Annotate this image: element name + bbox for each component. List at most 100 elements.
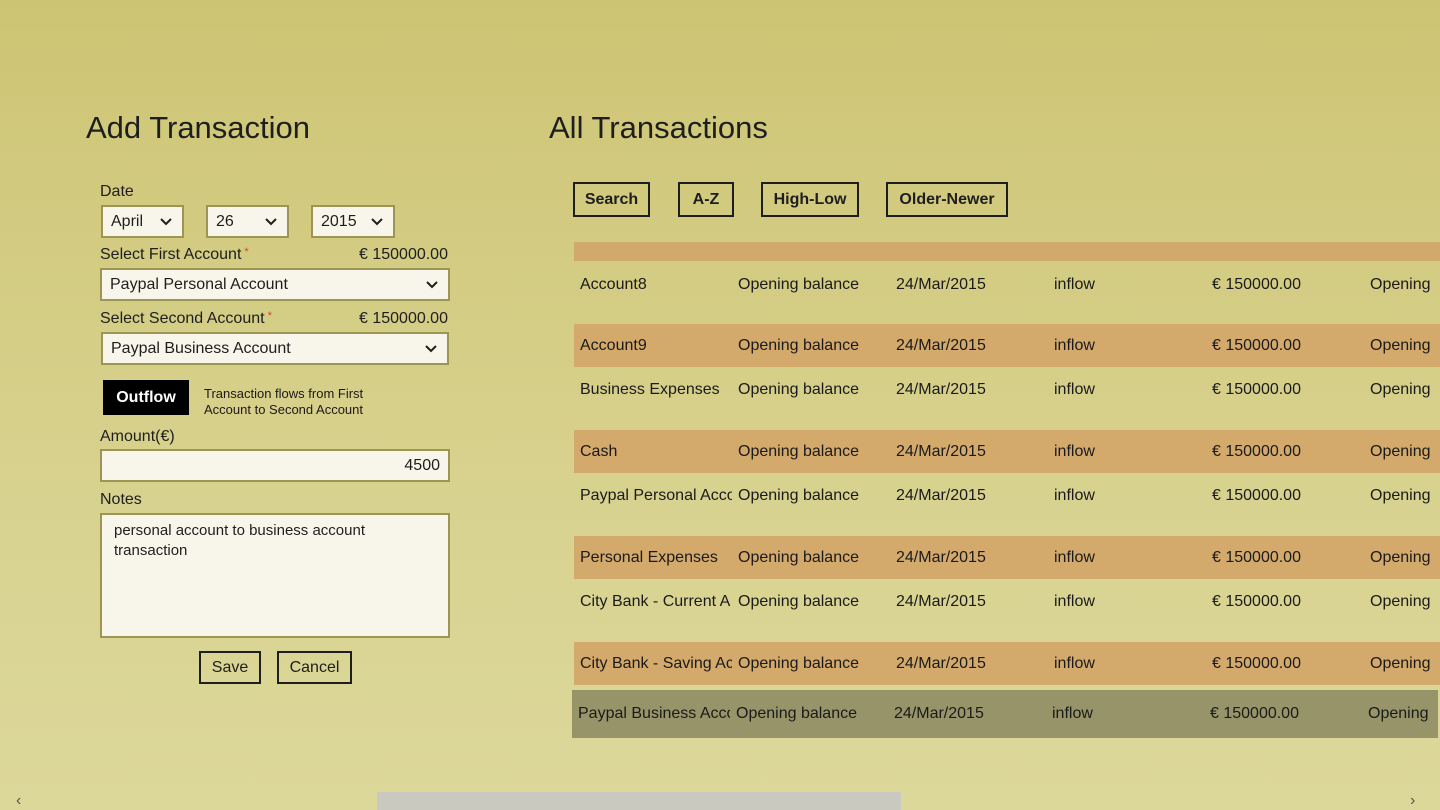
cell-amount: € 150000.00 <box>1210 705 1299 722</box>
table-row[interactable]: Business Expenses Opening balance 24/Mar/2… <box>574 368 1440 411</box>
flow-hint: Transaction flows from First Account to … <box>204 386 364 417</box>
required-mark: * <box>267 310 272 322</box>
cell-account: Cash <box>580 443 618 460</box>
cell-type: Opening <box>1370 655 1431 672</box>
cell-flow: inflow <box>1054 276 1095 293</box>
cell-account: Business Expenses <box>580 381 720 398</box>
year-value: 2015 <box>321 212 357 230</box>
cell-flow: inflow <box>1054 487 1095 504</box>
chevron-down-icon <box>425 344 437 352</box>
cell-flow: inflow <box>1054 337 1095 354</box>
second-account-label: Select Second Account * <box>100 310 272 328</box>
amount-value: 4500 <box>404 456 440 474</box>
cell-amount: € 150000.00 <box>1212 276 1301 293</box>
table-header <box>574 242 1440 261</box>
sort-high-low-button[interactable]: High-Low <box>761 182 859 217</box>
cell-date: 24/Mar/2015 <box>896 443 986 460</box>
scroll-left-icon[interactable]: ‹ <box>16 792 21 810</box>
sort-older-newer-button[interactable]: Older-Newer <box>886 182 1008 217</box>
cell-description: Opening balance <box>738 337 859 354</box>
table-row[interactable]: City Bank - Saving Ac Opening balance 24/M… <box>574 642 1440 685</box>
cell-amount: € 150000.00 <box>1212 487 1301 504</box>
year-select[interactable]: 2015 <box>311 205 395 238</box>
cell-date: 24/Mar/2015 <box>896 276 986 293</box>
cell-amount: € 150000.00 <box>1212 443 1301 460</box>
second-account-value: Paypal Business Account <box>111 339 291 357</box>
cell-account: Personal Expenses <box>580 549 718 566</box>
chevron-down-icon <box>371 217 383 225</box>
cell-date: 24/Mar/2015 <box>896 337 986 354</box>
table-row[interactable]: Account9 Opening balance 24/Mar/2015 inflow… <box>574 324 1440 367</box>
amount-input[interactable]: 4500 <box>100 449 450 482</box>
day-select[interactable]: 26 <box>206 205 289 238</box>
flow-toggle-button[interactable]: Outflow <box>103 380 189 415</box>
cell-date: 24/Mar/2015 <box>896 549 986 566</box>
table-row[interactable]: Personal Expenses Opening balance 24/Mar/2… <box>574 536 1440 579</box>
table-row[interactable]: Paypal Business Acco Opening balance 24/Ma… <box>572 690 1438 738</box>
second-account-balance: € 150000.00 <box>359 310 448 327</box>
first-account-value: Paypal Personal Account <box>110 275 288 293</box>
cell-description: Opening balance <box>738 655 859 672</box>
cell-date: 24/Mar/2015 <box>896 655 986 672</box>
cell-type: Opening <box>1370 487 1431 504</box>
cell-type: Opening <box>1370 593 1431 610</box>
cell-amount: € 150000.00 <box>1212 337 1301 354</box>
cell-type: Opening <box>1370 443 1431 460</box>
month-value: April <box>111 212 144 230</box>
second-account-label-text: Select Second Account <box>100 310 265 327</box>
first-account-balance: € 150000.00 <box>359 246 448 263</box>
first-account-select[interactable]: Paypal Personal Account <box>100 268 450 301</box>
cell-account: City Bank - Current A <box>580 593 731 610</box>
cell-description: Opening balance <box>738 593 859 610</box>
cell-flow: inflow <box>1052 705 1093 722</box>
cell-date: 24/Mar/2015 <box>896 381 986 398</box>
cell-date: 24/Mar/2015 <box>896 487 986 504</box>
cell-amount: € 150000.00 <box>1212 549 1301 566</box>
cell-type: Opening <box>1370 549 1431 566</box>
chevron-down-icon <box>426 280 438 288</box>
search-button[interactable]: Search <box>573 182 650 217</box>
save-button[interactable]: Save <box>199 651 261 684</box>
cell-description: Opening balance <box>738 487 859 504</box>
first-account-label: Select First Account * <box>100 246 249 264</box>
cell-description: Opening balance <box>738 381 859 398</box>
scroll-right-icon[interactable]: › <box>1410 792 1415 810</box>
cancel-button[interactable]: Cancel <box>277 651 352 684</box>
notes-textarea[interactable]: personal account to business account tra… <box>100 513 450 638</box>
cell-description: Opening balance <box>736 705 857 722</box>
day-value: 26 <box>216 212 234 230</box>
cell-account: Account8 <box>580 276 647 293</box>
first-account-label-text: Select First Account <box>100 246 242 263</box>
cell-flow: inflow <box>1054 655 1095 672</box>
second-account-select[interactable]: Paypal Business Account <box>101 332 449 365</box>
table-row[interactable]: Cash Opening balance 24/Mar/2015 inflow € 15… <box>574 430 1440 473</box>
month-select[interactable]: April <box>101 205 184 238</box>
notes-label: Notes <box>100 491 142 508</box>
cell-type: Opening <box>1370 337 1431 354</box>
table-row[interactable]: City Bank - Current A Opening balance 24/M… <box>574 580 1440 623</box>
table-row[interactable]: Paypal Personal Acco Opening balance 24/Ma… <box>574 474 1440 517</box>
cell-type: Opening <box>1370 381 1431 398</box>
cell-flow: inflow <box>1054 443 1095 460</box>
cell-amount: € 150000.00 <box>1212 381 1301 398</box>
required-mark: * <box>244 246 249 258</box>
cell-amount: € 150000.00 <box>1212 655 1301 672</box>
cell-date: 24/Mar/2015 <box>896 593 986 610</box>
cell-flow: inflow <box>1054 381 1095 398</box>
cell-account: Paypal Business Acco <box>578 705 730 722</box>
cell-type: Opening <box>1370 276 1431 293</box>
chevron-down-icon <box>265 217 277 225</box>
all-transactions-title: All Transactions <box>549 110 768 145</box>
cell-description: Opening balance <box>738 276 859 293</box>
chevron-down-icon <box>160 217 172 225</box>
cell-type: Opening <box>1368 705 1429 722</box>
notes-value: personal account to business account tra… <box>114 522 365 559</box>
amount-label: Amount(€) <box>100 428 175 445</box>
scrollbar-thumb[interactable] <box>377 792 901 810</box>
add-transaction-title: Add Transaction <box>86 110 311 145</box>
table-row[interactable]: Account8 Opening balance 24/Mar/2015 inflow… <box>574 263 1440 306</box>
cell-date: 24/Mar/2015 <box>894 705 984 722</box>
sort-az-button[interactable]: A-Z <box>678 182 734 217</box>
cell-amount: € 150000.00 <box>1212 593 1301 610</box>
cell-description: Opening balance <box>738 549 859 566</box>
